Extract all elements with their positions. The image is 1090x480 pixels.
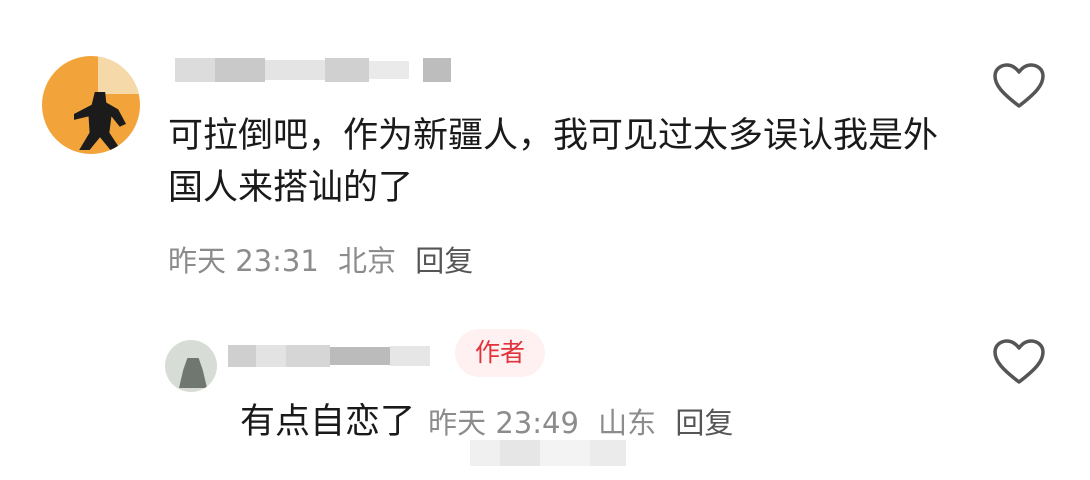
reply-time: 昨天 23:49 bbox=[428, 406, 579, 440]
comment-time: 昨天 23:31 bbox=[168, 244, 319, 278]
like-heart-icon[interactable] bbox=[992, 338, 1046, 386]
reply-button[interactable]: 回复 bbox=[415, 244, 473, 278]
avatar-figure bbox=[179, 358, 207, 388]
reply-location: 山东 bbox=[598, 406, 657, 440]
comment-text: 可拉倒吧，作为新疆人，我可见过太多误认我是外国人来搭讪的了 bbox=[168, 116, 939, 208]
like-heart-icon[interactable] bbox=[992, 62, 1046, 110]
commenter-name-redacted[interactable] bbox=[175, 58, 451, 82]
author-name-redacted[interactable] bbox=[228, 345, 430, 367]
reply-meta: 昨天 23:49 山东 回复 bbox=[428, 406, 743, 440]
comment-meta: 昨天 23:31 北京 回复 bbox=[168, 238, 483, 280]
reply-row: 有点自恋了 昨天 23:49 山东 回复 bbox=[240, 393, 743, 444]
redacted-strip bbox=[470, 440, 626, 466]
reply-button[interactable]: 回复 bbox=[675, 406, 733, 440]
commenter-avatar[interactable] bbox=[42, 56, 140, 154]
author-badge: 作者 bbox=[455, 329, 546, 377]
avatar-figure bbox=[74, 92, 126, 150]
avatar-blur bbox=[98, 56, 140, 94]
author-avatar[interactable] bbox=[165, 340, 217, 392]
comment-location: 北京 bbox=[338, 244, 397, 278]
reply-text: 有点自恋了 bbox=[240, 402, 416, 442]
